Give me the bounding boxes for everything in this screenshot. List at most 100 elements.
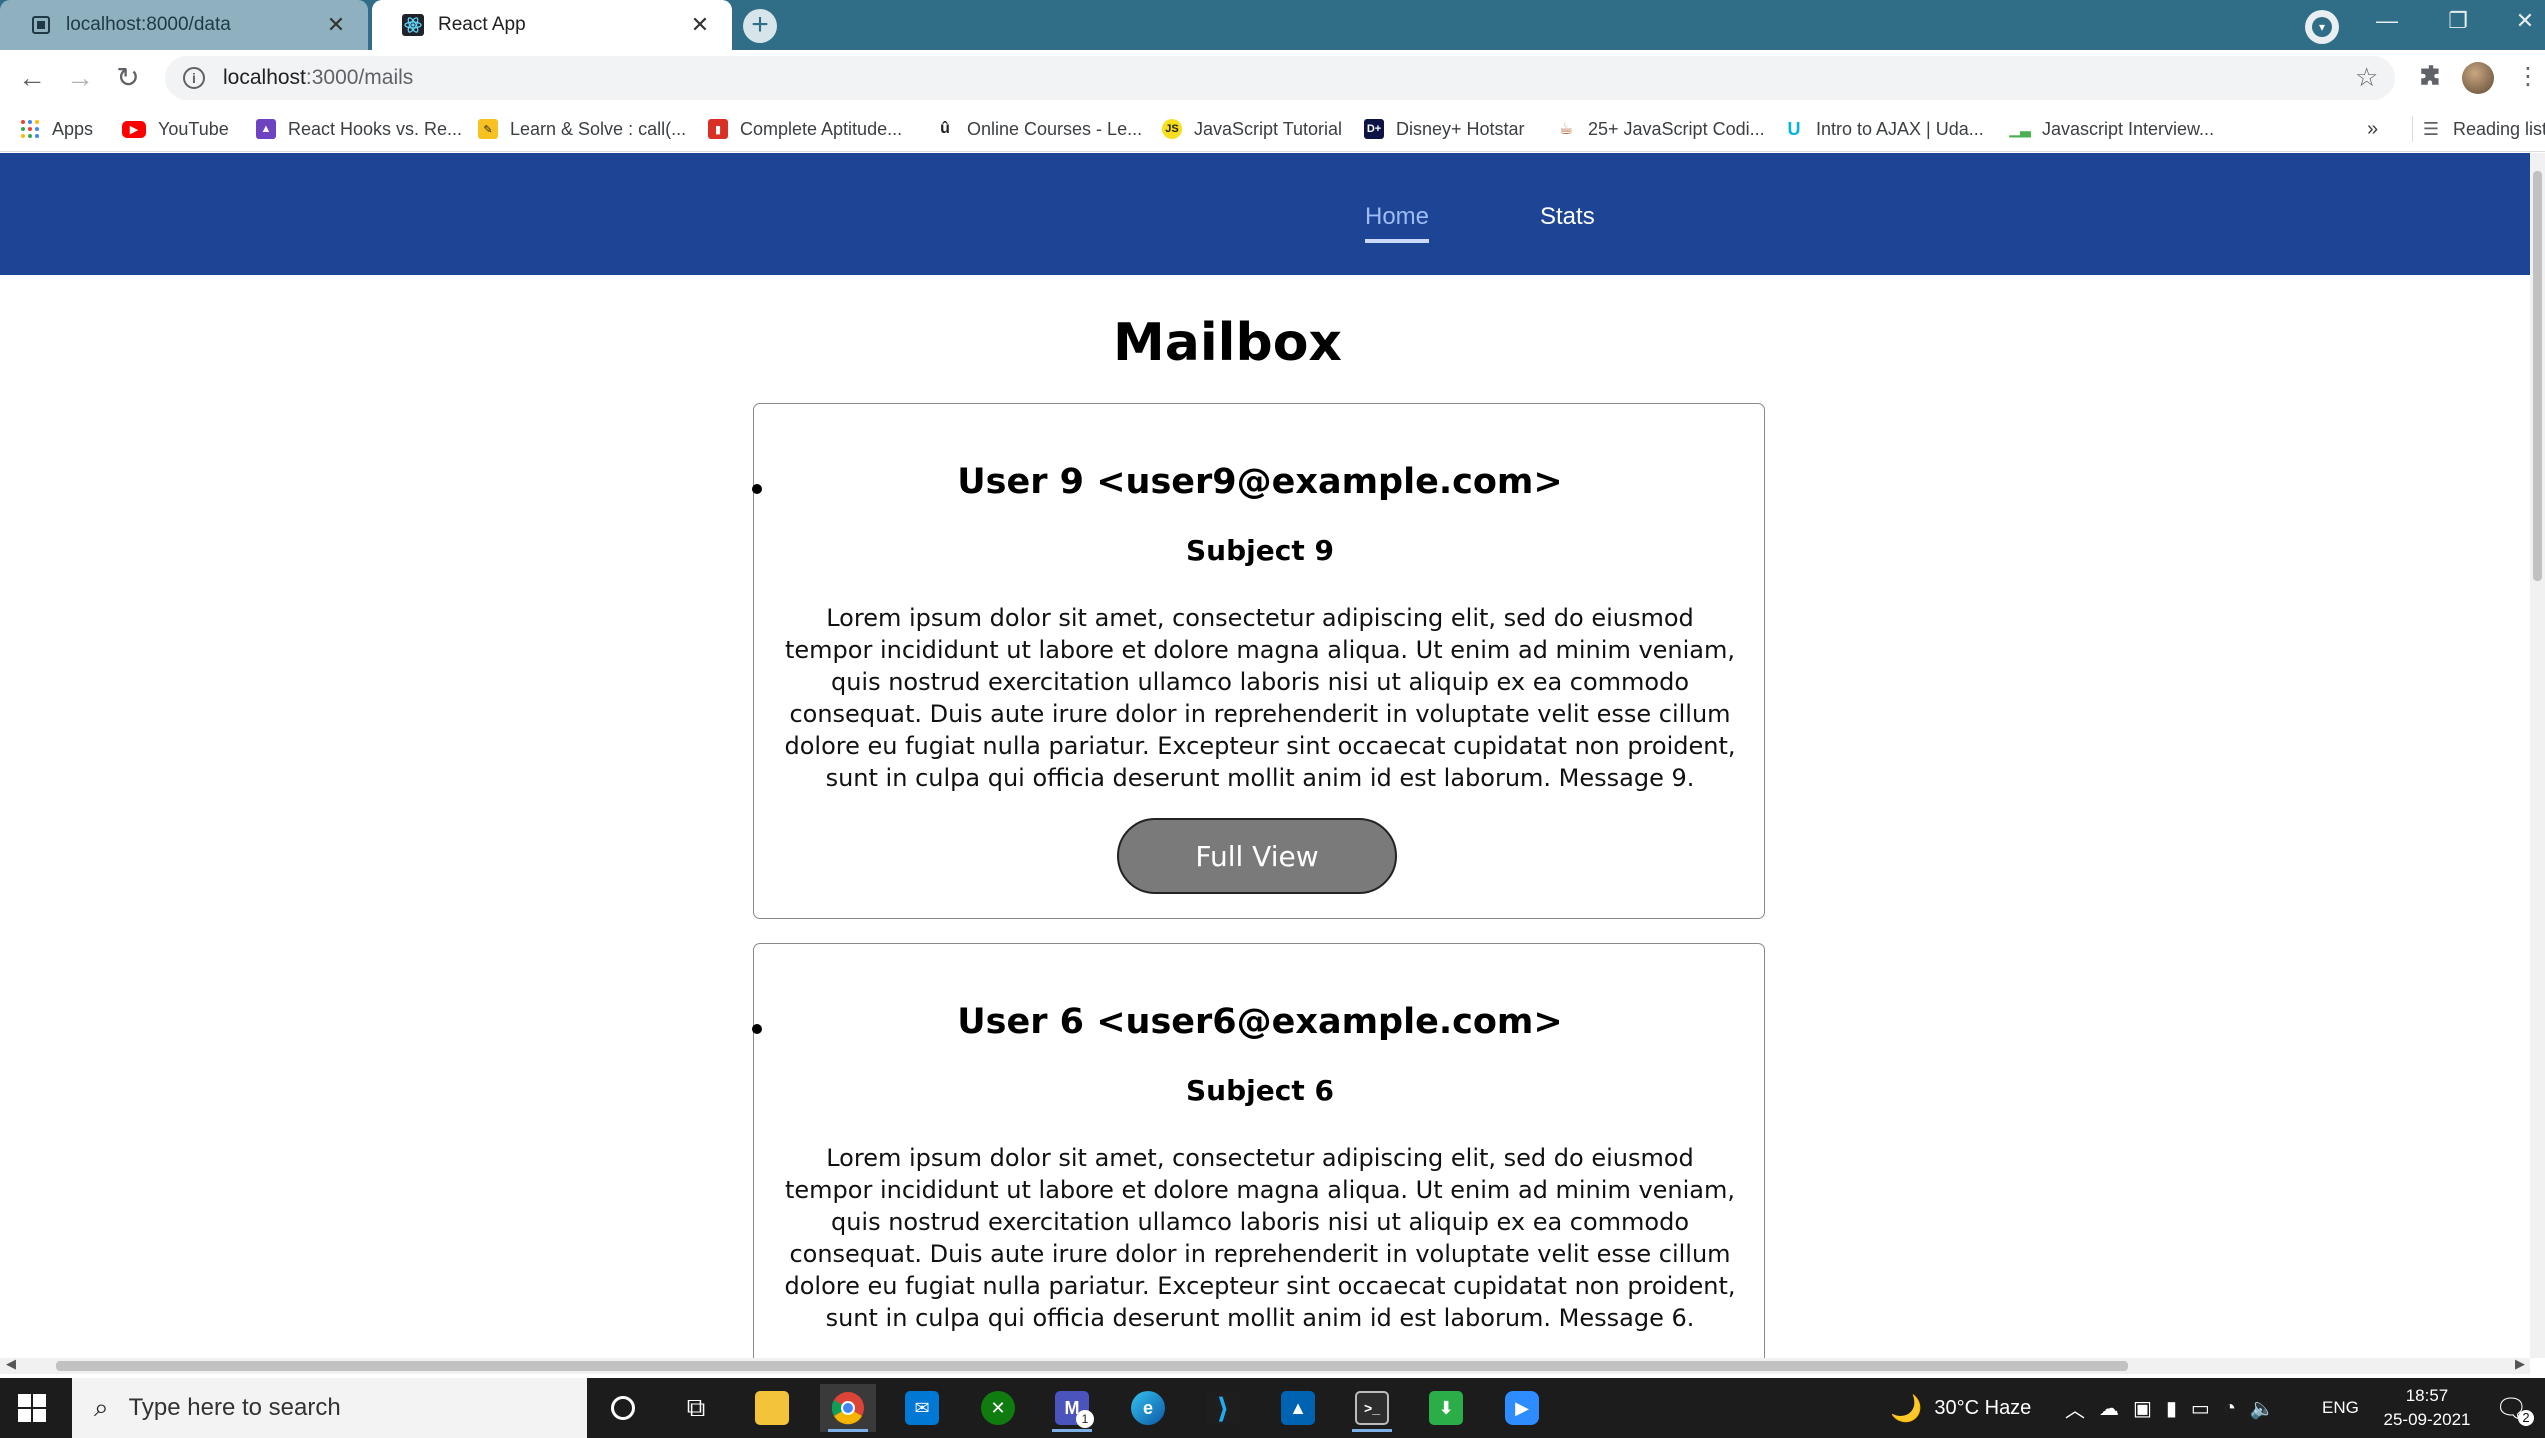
new-tab-button[interactable]: + <box>743 9 777 43</box>
vscode-icon[interactable]: ⟩ <box>1195 1384 1251 1432</box>
chrome-icon[interactable] <box>820 1384 876 1432</box>
restore-icon[interactable]: ❐ <box>2438 8 2478 34</box>
url-path: :3000/mails <box>305 66 414 89</box>
mail-body: Lorem ipsum dolor sit amet, consectetur … <box>784 1144 1736 1332</box>
scrollbar-thumb[interactable] <box>56 1361 2128 1371</box>
cloud-download-icon[interactable]: ⬇ <box>1418 1384 1474 1432</box>
search-icon: ⌕ <box>94 1392 109 1422</box>
bookmark-udemy[interactable]: û Online Courses - Le... <box>935 116 1142 142</box>
bookmark-ajax[interactable]: U Intro to AJAX | Uda... <box>1784 116 1984 142</box>
terminal-icon[interactable]: >_ <box>1344 1384 1400 1432</box>
notification-icon: 🗨 2 <box>2495 1393 2535 1426</box>
weather-text: 30°C Haze <box>1934 1396 2032 1419</box>
bookmark-label: React Hooks vs. Re... <box>288 118 463 139</box>
edge-icon[interactable]: e <box>1120 1384 1176 1432</box>
bookmark-react-hooks[interactable]: ▲ React Hooks vs. Re... <box>256 116 462 142</box>
cortana-icon[interactable] <box>595 1384 651 1432</box>
profile-avatar[interactable] <box>2462 62 2494 94</box>
page-viewport: Home Stats Mailbox User 9 <user9@example… <box>0 153 2530 1358</box>
battery-icon[interactable]: ▭ <box>2191 1396 2210 1421</box>
url-host: localhost <box>223 66 306 89</box>
scrollbar-thumb[interactable] <box>2533 171 2542 581</box>
volume-icon[interactable]: 🔈 <box>2250 1396 2275 1421</box>
bookmarks-overflow-button[interactable]: » <box>2367 116 2378 142</box>
full-view-button[interactable]: Full View <box>1117 818 1397 894</box>
taskbar-search-input[interactable]: ⌕ Type here to search <box>72 1378 587 1438</box>
mail-card: User 6 <user6@example.com> Subject 6 Lor… <box>752 943 1765 1358</box>
menu-kebab-icon[interactable]: ⋮ <box>2512 62 2544 94</box>
tab-search-button[interactable]: ▾ <box>2305 10 2339 44</box>
bookmark-learn-solve[interactable]: ✎ Learn & Solve : call(... <box>478 116 686 142</box>
reading-list-label: Reading list <box>2453 118 2545 139</box>
teams-icon[interactable]: M 1 <box>1044 1384 1100 1432</box>
reload-icon[interactable]: ↻ <box>108 58 148 98</box>
reading-list-button[interactable]: ☰ Reading list <box>2412 116 2545 142</box>
bookmark-js-tutorial[interactable]: JS JavaScript Tutorial <box>1162 116 1342 142</box>
bookmark-js-coding[interactable]: ☕ 25+ JavaScript Codi... <box>1556 116 1765 142</box>
vertical-scrollbar[interactable] <box>2530 153 2545 1358</box>
udacity-icon: U <box>1784 119 1804 139</box>
bookmark-label: Complete Aptitude... <box>740 118 903 139</box>
info-icon[interactable]: i <box>183 67 205 89</box>
app-navbar: Home Stats <box>0 153 2530 275</box>
rocket-icon: ▲ <box>256 119 276 139</box>
forward-arrow-icon[interactable]: → <box>60 58 100 98</box>
photos-icon[interactable]: ▲ <box>1270 1384 1326 1432</box>
tab-localhost-data[interactable]: localhost:8000/data ✕ <box>0 0 368 50</box>
meet-now-icon[interactable]: ▣ <box>2133 1396 2152 1421</box>
close-icon[interactable]: ✕ <box>324 12 348 38</box>
react-icon <box>402 14 424 36</box>
xbox-icon[interactable]: ✕ <box>970 1384 1026 1432</box>
mail-subject: Subject 9 <box>1186 534 1334 567</box>
file-explorer-icon[interactable] <box>744 1384 800 1432</box>
close-window-icon[interactable]: ✕ <box>2505 8 2545 34</box>
weather-widget[interactable]: 🌙 30°C Haze <box>1890 1378 2031 1438</box>
moon-haze-icon: 🌙 <box>1890 1392 1923 1423</box>
bookmark-hotstar[interactable]: D+ Disney+ Hotstar <box>1364 116 1525 142</box>
chevron-up-icon[interactable]: ︿ <box>2065 1394 2085 1423</box>
taskbar-clock[interactable]: 18:57 25-09-2021 <box>2372 1384 2482 1432</box>
notification-count: 2 <box>2518 1409 2535 1426</box>
bookmark-label: 25+ JavaScript Codi... <box>1588 118 1765 139</box>
nav-link-stats[interactable]: Stats <box>1540 203 1595 231</box>
windows-taskbar: ⌕ Type here to search ⧉ ✉ ✕ M 1 e ⟩ ▲ >_… <box>0 1378 2545 1438</box>
clock-time: 18:57 <box>2405 1386 2449 1405</box>
cup-icon: ☕ <box>1556 119 1576 139</box>
close-icon[interactable]: ✕ <box>688 12 712 38</box>
mail-app-icon[interactable]: ✉ <box>894 1384 950 1432</box>
task-view-icon[interactable]: ⧉ <box>668 1384 724 1432</box>
zoom-icon[interactable]: ▶ <box>1494 1384 1550 1432</box>
mail-subject: Subject 6 <box>1186 1074 1334 1107</box>
address-bar[interactable]: i localhost:3000/mails <box>165 56 2395 100</box>
action-center-button[interactable]: 🗨 2 <box>2495 1378 2535 1438</box>
extensions-puzzle-icon[interactable] <box>2415 62 2447 94</box>
scroll-right-arrow-icon[interactable]: ▶ <box>2515 1356 2525 1372</box>
horizontal-scrollbar[interactable]: ◀ ▶ <box>0 1356 2530 1374</box>
search-placeholder: Type here to search <box>128 1394 341 1421</box>
bookmark-label: Intro to AJAX | Uda... <box>1816 118 1984 139</box>
notification-badge: 1 <box>1076 1410 1094 1428</box>
pencil-icon: ✎ <box>478 119 498 139</box>
bookmark-apps[interactable]: Apps <box>20 116 93 142</box>
bookmark-js-interview[interactable]: ▁▃ Javascript Interview... <box>2009 116 2215 142</box>
bookmark-label: Javascript Interview... <box>2042 118 2215 139</box>
nav-link-home[interactable]: Home <box>1365 203 1430 243</box>
mail-sender: User 9 <user9@example.com> <box>957 462 1563 502</box>
bookmark-youtube[interactable]: ▶ YouTube <box>122 116 229 142</box>
system-tray: ︿ ☁ ▣ ▮ ▭ ◔ 🔈 <box>2065 1378 2275 1438</box>
usb-icon[interactable]: ▮ <box>2166 1396 2177 1421</box>
windows-start-icon[interactable] <box>18 1394 46 1422</box>
onedrive-icon[interactable]: ☁ <box>2099 1396 2119 1421</box>
language-indicator[interactable]: ENG <box>2322 1378 2359 1438</box>
tab-react-app[interactable]: React App ✕ <box>372 0 732 50</box>
bookmark-aptitude[interactable]: ▮ Complete Aptitude... <box>708 116 902 142</box>
bookmark-star-icon[interactable]: ☆ <box>2355 62 2378 93</box>
udemy-icon: û <box>935 119 955 139</box>
back-arrow-icon[interactable]: ← <box>12 58 52 98</box>
minimize-icon[interactable]: — <box>2367 8 2407 34</box>
wifi-icon[interactable]: ◔ <box>2224 1397 2236 1420</box>
bookmark-label: Apps <box>52 118 94 139</box>
bookmark-label: Online Courses - Le... <box>967 118 1143 139</box>
clock-date: 25-09-2021 <box>2383 1410 2471 1429</box>
scroll-left-arrow-icon[interactable]: ◀ <box>6 1356 16 1372</box>
